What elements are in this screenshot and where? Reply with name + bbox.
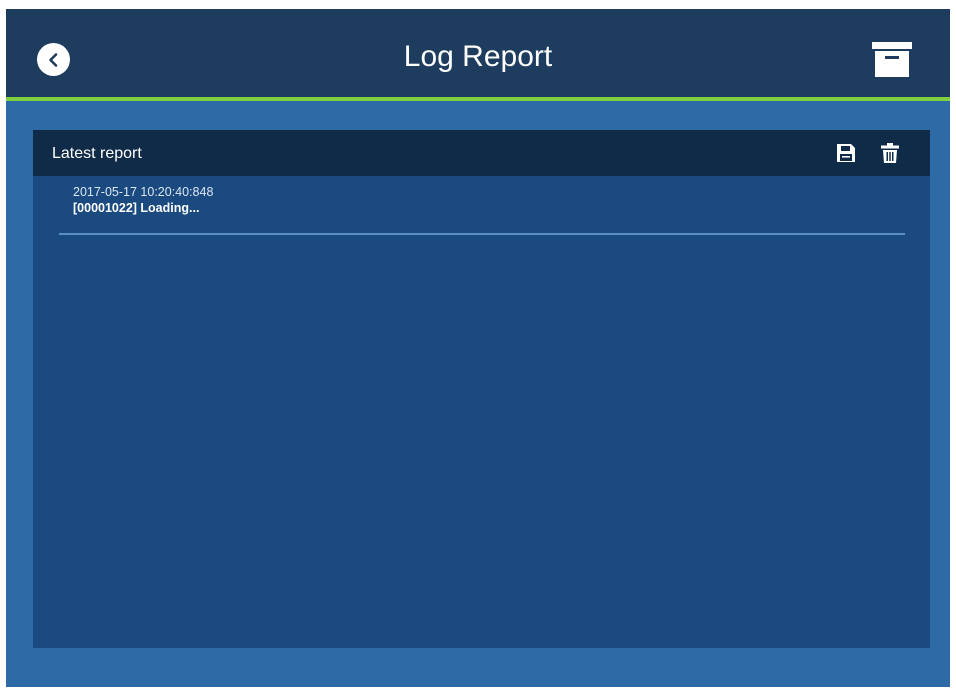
header-accent-line (6, 97, 950, 101)
archive-box-icon (872, 42, 912, 77)
page-title: Log Report (403, 40, 553, 73)
header-bar: Log Report (6, 9, 950, 97)
delete-button[interactable] (881, 143, 899, 163)
log-divider (59, 233, 905, 235)
log-report-screen: Log Report Latest report 2017-05-17 10:2… (6, 9, 950, 687)
panel-title: Latest report (52, 145, 142, 162)
archive-button[interactable] (872, 40, 912, 78)
trash-icon (881, 143, 899, 163)
save-button[interactable] (836, 143, 856, 163)
log-entry: 2017-05-17 10:20:40:848 [00001022] Loadi… (73, 184, 913, 216)
log-timestamp: 2017-05-17 10:20:40:848 (73, 185, 214, 199)
floppy-disk-icon (837, 144, 855, 162)
log-message: [00001022] Loading... (73, 201, 200, 215)
report-panel: Latest report 2017-05-17 10:20:40:848 [0… (33, 130, 930, 648)
panel-header: Latest report (33, 130, 930, 176)
